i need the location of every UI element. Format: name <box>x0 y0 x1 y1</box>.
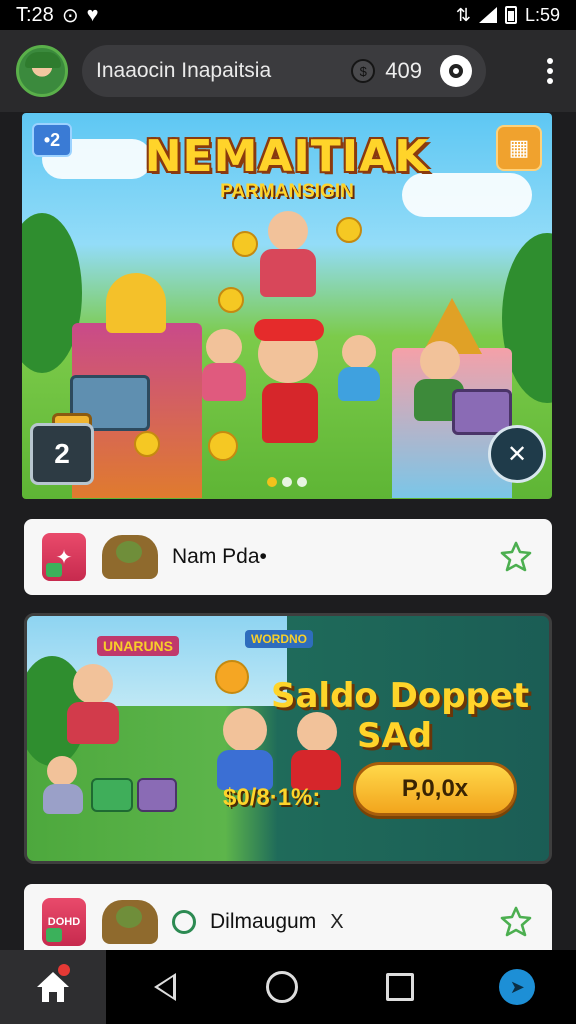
shop-icon[interactable]: ▦ <box>496 125 542 171</box>
close-mark: X <box>330 910 344 933</box>
vibrate-icon: ⇅ <box>455 4 471 25</box>
carousel-dot[interactable] <box>297 477 307 487</box>
notification-icon: ⊙ <box>61 4 79 27</box>
status-time-right: L:59 <box>524 4 560 25</box>
card-label: Dilmaugum <box>210 910 317 933</box>
carousel-indicator[interactable] <box>267 477 307 487</box>
gear-icon <box>172 910 196 934</box>
send-button[interactable]: ➤ <box>459 950 576 1024</box>
hero-subtitle: PARMANSIGIN <box>220 181 354 202</box>
mascot-image <box>102 900 158 944</box>
game-app-icon: ✦ <box>42 533 86 581</box>
promo-logo-secondary: WORDNO <box>245 630 313 648</box>
carousel-dot[interactable] <box>282 477 292 487</box>
search-input[interactable]: Inaaocin Inapaitsia <box>96 59 351 83</box>
bottom-navigation: ➤ <box>0 950 576 1024</box>
signal-icon <box>478 7 497 23</box>
promo-buy-button[interactable]: P,0,0x <box>353 762 517 816</box>
carousel-dot[interactable] <box>267 477 277 487</box>
mascot-image <box>102 535 158 579</box>
promo-subtitle: SAd <box>357 716 433 756</box>
back-icon <box>153 973 176 1001</box>
hero-title: NEMAITIAK <box>144 131 430 182</box>
hero-banner[interactable]: NEMAITIAK PARMANSIGIN •2 ▦ 2 ✕ <box>22 113 552 499</box>
star-icon[interactable] <box>498 539 534 575</box>
promo-card-1[interactable]: ✦ Nam Pda• <box>24 519 552 595</box>
game-app-icon: DOHD <box>42 898 86 946</box>
star-icon[interactable] <box>498 904 534 940</box>
promo-price: $0/8·1%: <box>223 784 321 811</box>
card-label: Nam Pda• <box>172 545 267 568</box>
heart-icon: ♥ <box>86 3 99 26</box>
promo-card-2[interactable]: DOHD Dilmaugum X <box>24 884 552 960</box>
level-badge[interactable]: •2 <box>32 123 72 157</box>
send-icon: ➤ <box>499 969 536 1005</box>
home-circle-icon <box>266 971 299 1003</box>
target-icon[interactable] <box>440 55 472 87</box>
status-time: T:28 <box>16 3 54 26</box>
more-vertical-icon[interactable] <box>540 58 560 84</box>
promo-banner[interactable]: UNARUNS WORDNO Saldo Doppet SAd $0/8·1%:… <box>24 613 552 864</box>
home-icon[interactable] <box>0 950 106 1024</box>
counter-badge[interactable]: 2 <box>30 423 94 485</box>
coin-icon: $ <box>351 59 376 83</box>
avatar[interactable] <box>16 45 68 97</box>
promo-title: Saldo Doppet <box>271 676 530 716</box>
close-icon[interactable]: ✕ <box>488 425 546 483</box>
status-bar: T:28 ⊙ ♥ ⇅ L:59 <box>0 0 576 30</box>
recents-icon <box>385 973 414 1001</box>
home-button[interactable] <box>224 950 342 1024</box>
back-button[interactable] <box>106 950 224 1024</box>
top-app-bar: Inaaocin Inapaitsia $ 409 <box>0 30 576 112</box>
recents-button[interactable] <box>341 950 459 1024</box>
app-badge: DOHD <box>47 916 81 928</box>
coin-count: 409 <box>385 58 422 83</box>
promo-logo: UNARUNS <box>97 636 179 656</box>
notification-dot <box>58 964 70 976</box>
battery-icon <box>504 6 517 24</box>
search-bar[interactable]: Inaaocin Inapaitsia $ 409 <box>82 45 486 97</box>
